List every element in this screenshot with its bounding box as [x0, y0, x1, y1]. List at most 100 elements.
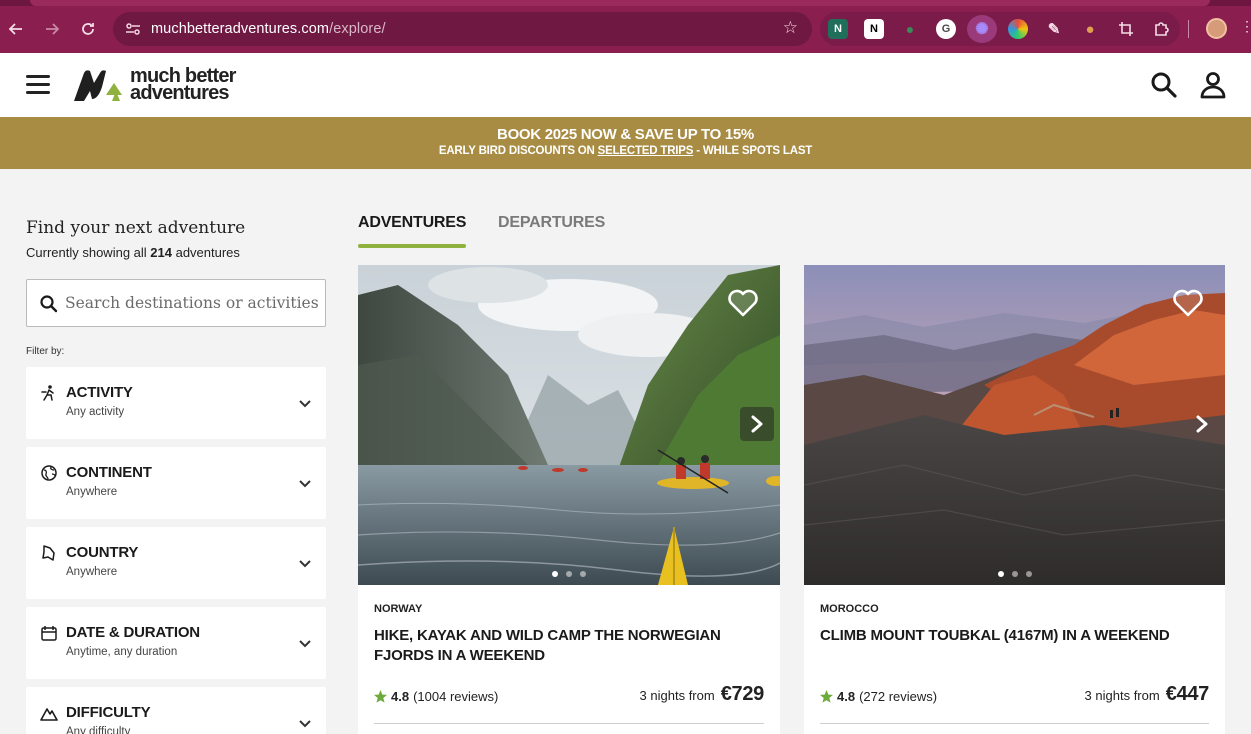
url-text[interactable]: muchbetteradventures.com/explore/ [151, 21, 386, 37]
carousel-dot[interactable] [997, 571, 1004, 577]
site-header: much better adventures [0, 53, 1251, 117]
trip-title[interactable]: HIKE, KAYAK AND WILD CAMP THE NORWEGIAN … [374, 626, 764, 666]
filter-value: Any difficulty [66, 726, 131, 734]
card-divider [374, 723, 764, 724]
sparkle-extension-icon[interactable]: ✺ [967, 15, 997, 43]
search-box[interactable] [26, 279, 326, 327]
screenshot-crop-icon[interactable] [1116, 19, 1136, 39]
notion-icon[interactable]: N [864, 19, 884, 39]
results-count: Currently showing all 214 adventures [26, 245, 240, 260]
search-icon [40, 295, 58, 313]
carousel-dot[interactable] [552, 571, 558, 577]
color-picker-icon[interactable] [1008, 19, 1028, 39]
pen-icon[interactable]: ✎ [1044, 19, 1064, 39]
active-tab-indicator [358, 244, 466, 248]
tab-departures[interactable]: DEPARTURES [498, 214, 605, 232]
filter-title: ACTIVITY [66, 384, 133, 401]
grammarly-icon[interactable]: G [936, 19, 956, 39]
image-carousel-dots [552, 571, 586, 577]
address-bar[interactable]: muchbetteradventures.com/explore/ ☆ [113, 12, 812, 46]
site-settings-icon[interactable] [123, 19, 143, 39]
calendar-icon [41, 626, 57, 641]
cookie-icon[interactable]: ● [1080, 19, 1100, 39]
card-divider [820, 723, 1209, 724]
filter-date-duration[interactable]: DATE & DURATION Anytime, any duration [26, 607, 326, 679]
filter-title: COUNTRY [66, 544, 139, 561]
chevron-down-icon [299, 640, 311, 648]
carousel-dot[interactable] [580, 571, 586, 577]
trip-photo-fjord-kayak[interactable] [358, 265, 780, 585]
profile-avatar[interactable] [1206, 18, 1227, 39]
robot-extension-icon[interactable]: ● [900, 19, 920, 39]
back-icon[interactable] [4, 17, 28, 41]
chrome-menu-icon[interactable]: ⋮ [1240, 18, 1251, 35]
filter-value: Any activity [66, 406, 125, 418]
trip-price: 3 nights from €729 [639, 683, 765, 705]
heart-icon[interactable] [1173, 289, 1203, 317]
next-image-button[interactable] [1185, 407, 1219, 441]
selected-trips-link[interactable]: SELECTED TRIPS [598, 145, 694, 157]
carousel-dot[interactable] [1025, 571, 1032, 577]
heart-icon[interactable] [728, 289, 758, 317]
sidebar-title: Find your next adventure [26, 218, 246, 238]
filter-continent[interactable]: CONTINENT Anywhere [26, 447, 326, 519]
hamburger-menu-icon[interactable] [26, 75, 50, 95]
trip-price: 3 nights from €447 [1084, 683, 1210, 705]
chevron-right-icon [751, 415, 763, 433]
filter-value: Anywhere [66, 486, 118, 498]
promo-sub-suffix: - WHILE SPOTS LAST [693, 145, 813, 157]
logo-text[interactable]: much better adventures [130, 66, 236, 104]
filter-activity[interactable]: ACTIVITY Any activity [26, 367, 326, 439]
chevron-down-icon [299, 480, 311, 488]
chevron-right-icon [1196, 415, 1208, 433]
forward-icon[interactable] [40, 17, 64, 41]
filter-value: Anywhere [66, 566, 118, 578]
logo-line-2: adventures [130, 82, 230, 104]
trip-country: NORWAY [374, 603, 423, 615]
promo-title: BOOK 2025 NOW & SAVE UP TO 15% [497, 126, 754, 143]
image-carousel-dots [997, 571, 1032, 577]
chevron-down-icon [299, 560, 311, 568]
chevron-down-icon [299, 400, 311, 408]
star-icon [820, 690, 833, 703]
search-icon[interactable] [1150, 71, 1178, 99]
filter-title: DIFFICULTY [66, 704, 151, 721]
filter-value: Anytime, any duration [66, 646, 178, 658]
next-image-button[interactable] [740, 407, 774, 441]
toolbar-divider [1188, 20, 1189, 38]
fjord-kayak-image [358, 265, 780, 585]
promo-subtitle: EARLY BIRD DISCOUNTS ON SELECTED TRIPS -… [0, 145, 1251, 157]
promo-sub-prefix: EARLY BIRD DISCOUNTS ON [438, 145, 598, 157]
trip-rating: 4.8 (272 reviews) [820, 689, 937, 704]
logo-mark-icon[interactable] [72, 69, 124, 103]
promo-banner[interactable]: BOOK 2025 NOW & SAVE UP TO 15% EARLY BIR… [0, 117, 1251, 169]
filter-title: DATE & DURATION [66, 624, 200, 641]
filter-title: CONTINENT [66, 464, 152, 481]
trip-country: MOROCCO [820, 603, 879, 615]
map-outline-icon [42, 545, 55, 561]
filter-country[interactable]: COUNTRY Anywhere [26, 527, 326, 599]
mountain-ridge-image [804, 265, 1225, 585]
tab-adventures[interactable]: ADVENTURES [358, 214, 466, 232]
trip-title[interactable]: CLIMB MOUNT TOUBKAL (4167M) IN A WEEKEND [820, 626, 1210, 646]
adventure-card[interactable]: NORWAY HIKE, KAYAK AND WILD CAMP THE NOR… [358, 265, 780, 734]
reload-icon[interactable] [76, 17, 100, 41]
star-icon [374, 690, 387, 703]
bookmark-star-icon[interactable]: ☆ [783, 18, 798, 38]
trip-rating: 4.8 (1004 reviews) [374, 689, 498, 704]
filter-by-label: Filter by: [26, 346, 65, 357]
filter-difficulty[interactable]: DIFFICULTY Any difficulty [26, 687, 326, 734]
account-icon[interactable] [1199, 71, 1227, 99]
adventure-card[interactable]: MOROCCO CLIMB MOUNT TOUBKAL (4167M) IN A… [804, 265, 1225, 734]
active-tab[interactable] [30, 0, 1210, 6]
globe-icon [41, 465, 57, 481]
search-input[interactable] [65, 280, 321, 326]
hiker-icon [41, 385, 54, 401]
carousel-dot[interactable] [1011, 571, 1018, 577]
browser-toolbar: muchbetteradventures.com/explore/ ☆ N N … [0, 0, 1251, 53]
carousel-dot[interactable] [566, 571, 572, 577]
trip-photo-toubkal[interactable] [804, 265, 1225, 585]
mountain-icon [40, 708, 58, 721]
extension-n-green-icon[interactable]: N [828, 19, 848, 39]
extensions-puzzle-icon[interactable] [1152, 19, 1172, 39]
